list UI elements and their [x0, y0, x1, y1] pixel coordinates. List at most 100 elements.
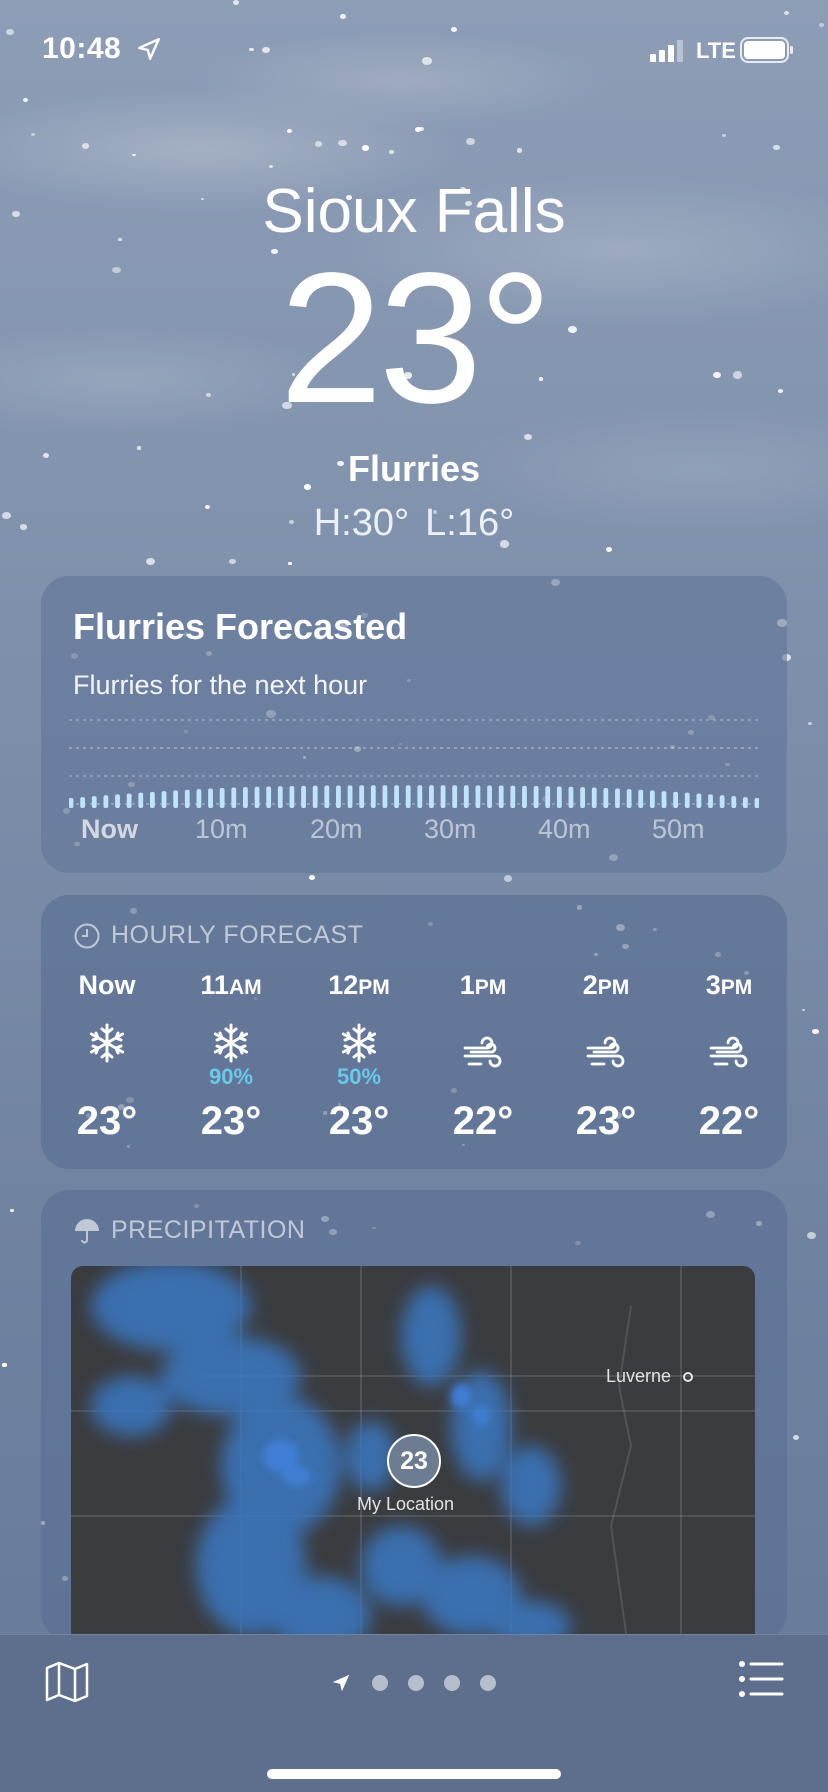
nowcast-bar [336, 785, 341, 808]
precipitation-card[interactable]: PRECIPITATION Luverne 23 My Location [41, 1190, 787, 1640]
hourly-item: Now 23° [52, 965, 162, 1144]
page-indicator[interactable] [330, 1671, 496, 1695]
nowcast-title: Flurries Forecasted [73, 606, 408, 647]
nowcast-bar [173, 790, 179, 808]
nowcast-bar [138, 792, 144, 808]
high-low: H:30° L:16° [0, 502, 828, 545]
hourly-row[interactable]: Now 23° 11AM 90% 23° 12PM 50% 23° 1PM 22° 2PM 23° 3P… [41, 965, 787, 1165]
nowcast-bar [696, 793, 702, 808]
nowcast-bar [510, 785, 516, 808]
clock-icon [74, 923, 100, 948]
snowflake [808, 721, 813, 726]
cellular-signal-icon [650, 40, 683, 62]
hour-suffix: PM [720, 976, 753, 999]
page-dot[interactable] [444, 1675, 460, 1691]
snowflake [287, 129, 293, 134]
precip-chance: 50% [336, 1064, 382, 1089]
status-time: 10:48 [42, 32, 122, 65]
hour-label: 3PM [705, 970, 753, 1000]
nowcast-bar [394, 785, 399, 808]
snowflake [388, 150, 394, 154]
nowcast-bar [684, 792, 690, 808]
hourly-header: HOURLY FORECAST [73, 921, 363, 950]
hour-label: Now [78, 970, 136, 1000]
snowflake-icon [52, 1015, 162, 1071]
hour-temp: 22° [452, 1099, 514, 1143]
precipitation-map[interactable]: Luverne 23 My Location [71, 1266, 755, 1640]
hour-label: 12PM [328, 970, 390, 1000]
hour-label: 2PM [582, 970, 630, 1000]
precip-chance [551, 1077, 661, 1089]
snowflake [228, 558, 236, 565]
nowcast-bar [475, 785, 481, 808]
map-icon[interactable] [44, 1659, 90, 1705]
axis-label-20m: 20m [310, 814, 363, 844]
snowflake [361, 144, 369, 151]
nowcast-bar [498, 785, 504, 808]
wind-icon [428, 1027, 538, 1083]
snowflake [605, 547, 613, 553]
battery-icon [740, 37, 793, 63]
nowcast-bar [126, 793, 132, 808]
nowcast-subtitle: Flurries for the next hour [73, 670, 368, 700]
snowflake [81, 143, 89, 149]
hour-temp: 23° [200, 1099, 262, 1143]
nowcast-bar [522, 785, 527, 808]
nowcast-bar [382, 785, 388, 808]
hourly-header-label: HOURLY FORECAST [111, 921, 364, 949]
precipitation-header: PRECIPITATION [73, 1216, 305, 1245]
nowcast-bar [149, 791, 155, 808]
nowcast-bar [591, 787, 597, 808]
hourly-item: 11AM 90% 23° [176, 965, 286, 1144]
snowflake [315, 141, 323, 147]
page-dot[interactable] [480, 1675, 496, 1691]
hour-temp: 22° [698, 1099, 760, 1143]
nowcast-bar [638, 789, 644, 808]
snowflake [30, 132, 35, 136]
umbrella-icon [75, 1218, 99, 1243]
snowflake [807, 1231, 817, 1239]
hourly-forecast-card[interactable]: HOURLY FORECAST Now 23° 11AM 90% 23° 12PM 50% 2… [41, 895, 787, 1169]
nowcast-bar [626, 789, 632, 808]
hourly-item: 2PM 23° [551, 965, 661, 1144]
nowcast-bar [603, 788, 609, 808]
hour-temp: 23° [328, 1099, 390, 1143]
hour-label: 1PM [459, 970, 507, 1000]
snowflake [269, 165, 273, 169]
snowflake [288, 561, 292, 565]
hour-temp: 23° [76, 1099, 138, 1143]
nowcast-card[interactable]: Flurries Forecasted Flurries for the nex… [41, 576, 787, 873]
nowcast-bar [754, 798, 759, 808]
page-dot[interactable] [408, 1675, 424, 1691]
list-icon[interactable] [738, 1659, 784, 1699]
nowcast-bar [440, 785, 446, 808]
precip-chance: 90% [208, 1064, 254, 1089]
nowcast-bar [405, 785, 411, 808]
current-condition: Flurries [347, 448, 481, 489]
nowcast-bar [91, 796, 97, 808]
nowcast-bar [742, 797, 748, 808]
bottom-toolbar [0, 1634, 828, 1792]
snowflake [503, 875, 513, 883]
snowflake [418, 127, 424, 132]
low-temp: L:16° [425, 502, 515, 544]
snowflake [466, 137, 476, 146]
nowcast-bar [719, 795, 725, 808]
axis-label-10m: 10m [195, 814, 248, 844]
page-dot[interactable] [372, 1675, 388, 1691]
nowcast-bar [533, 786, 539, 808]
nowcast-bar [359, 785, 365, 808]
nowcast-bar [661, 791, 667, 808]
snowflake [792, 1435, 800, 1441]
hourly-item: 1PM 22° [428, 965, 538, 1144]
home-indicator [267, 1769, 561, 1779]
nowcast-bar [80, 797, 86, 808]
nowcast-bar [347, 785, 353, 808]
nowcast-bar [556, 786, 562, 808]
current-location-arrow-icon[interactable] [330, 1672, 352, 1694]
nowcast-bar [417, 785, 423, 808]
nowcast-bar [196, 789, 202, 808]
nowcast-bar [429, 785, 434, 808]
my-location-pin[interactable]: 23 [387, 1434, 441, 1488]
snowflake [146, 557, 156, 565]
